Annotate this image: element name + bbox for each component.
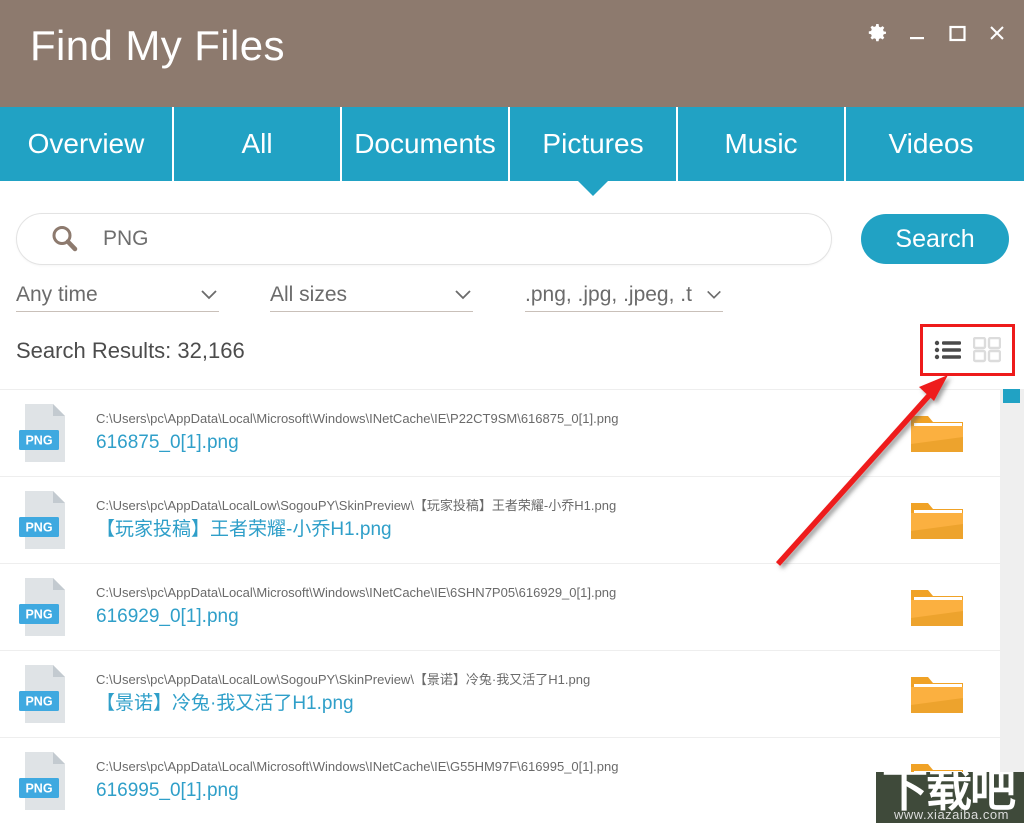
- png-file-icon: PNG: [19, 576, 71, 638]
- results-scrollbar[interactable]: [1000, 389, 1024, 823]
- file-info: C:\Users\pc\AppData\LocalLow\SogouPY\Ski…: [96, 497, 906, 543]
- table-row[interactable]: PNG C:\Users\pc\AppData\Local\Microsoft\…: [0, 563, 1000, 650]
- search-box[interactable]: [16, 213, 832, 265]
- file-name-link[interactable]: 【景诺】冷兔·我又活了H1.png: [96, 690, 906, 717]
- file-path: C:\Users\pc\AppData\LocalLow\SogouPY\Ski…: [96, 672, 591, 687]
- maximize-icon[interactable]: [944, 20, 970, 46]
- search-button[interactable]: Search: [861, 214, 1009, 264]
- open-folder-icon[interactable]: [906, 670, 968, 718]
- open-folder-icon[interactable]: [906, 409, 968, 457]
- app-title: Find My Files: [30, 22, 285, 69]
- file-path: C:\Users\pc\AppData\Local\Microsoft\Wind…: [96, 411, 619, 426]
- table-row[interactable]: PNG C:\Users\pc\AppData\Local\Microsoft\…: [0, 737, 1000, 823]
- file-info: C:\Users\pc\AppData\Local\Microsoft\Wind…: [96, 758, 906, 804]
- time-filter-value: Any time: [16, 282, 98, 306]
- chevron-down-icon: [201, 289, 217, 299]
- png-file-icon: PNG: [19, 489, 71, 551]
- results-list[interactable]: PNG C:\Users\pc\AppData\Local\Microsoft\…: [0, 389, 1000, 823]
- search-icon: [52, 226, 78, 252]
- time-filter-dropdown[interactable]: Any time: [16, 278, 219, 312]
- site-watermark: 下载吧 www.xiazaiba.com: [876, 772, 1024, 823]
- tab-overview[interactable]: Overview: [0, 107, 172, 181]
- png-file-icon: PNG: [19, 750, 71, 812]
- tab-label: Documents: [354, 128, 496, 159]
- scrollbar-thumb[interactable]: [1003, 389, 1020, 403]
- file-name-link[interactable]: 616995_0[1].png: [96, 777, 906, 804]
- extension-filter-dropdown[interactable]: .png, .jpg, .jpeg, .t: [525, 278, 723, 312]
- svg-text:PNG: PNG: [25, 608, 52, 622]
- tab-bar: Overview All Documents Pictures Music Vi…: [0, 107, 1024, 196]
- svg-text:PNG: PNG: [25, 434, 52, 448]
- file-info: C:\Users\pc\AppData\Local\Microsoft\Wind…: [96, 410, 906, 456]
- title-bar: Find My Files: [0, 0, 1024, 107]
- view-toggle-group: [923, 327, 1012, 373]
- svg-text:PNG: PNG: [25, 782, 52, 796]
- tab-documents[interactable]: Documents: [340, 107, 508, 181]
- minimize-icon[interactable]: [904, 20, 930, 46]
- tab-label: Pictures: [542, 128, 644, 159]
- file-path: C:\Users\pc\AppData\Local\Microsoft\Wind…: [96, 585, 617, 600]
- svg-text:PNG: PNG: [25, 521, 52, 535]
- tab-label: All: [241, 128, 273, 159]
- svg-text:PNG: PNG: [25, 695, 52, 709]
- png-file-icon: PNG: [19, 402, 71, 464]
- file-info: C:\Users\pc\AppData\Local\Microsoft\Wind…: [96, 584, 906, 630]
- tab-label: Overview: [27, 128, 145, 159]
- file-name-link[interactable]: 616875_0[1].png: [96, 429, 906, 456]
- watermark-url: www.xiazaiba.com: [894, 807, 1009, 822]
- size-filter-dropdown[interactable]: All sizes: [270, 278, 473, 312]
- table-row[interactable]: PNG C:\Users\pc\AppData\Local\Microsoft\…: [0, 389, 1000, 476]
- table-row[interactable]: PNG C:\Users\pc\AppData\LocalLow\SogouPY…: [0, 650, 1000, 737]
- tab-videos[interactable]: Videos: [844, 107, 1016, 181]
- file-info: C:\Users\pc\AppData\LocalLow\SogouPY\Ski…: [96, 671, 906, 717]
- open-folder-icon[interactable]: [906, 496, 968, 544]
- size-filter-value: All sizes: [270, 282, 348, 306]
- search-row: Search: [0, 181, 1024, 267]
- table-row[interactable]: PNG C:\Users\pc\AppData\LocalLow\SogouPY…: [0, 476, 1000, 563]
- extension-filter-value: .png, .jpg, .jpeg, .t: [525, 282, 692, 306]
- close-icon[interactable]: [984, 20, 1010, 46]
- file-path: C:\Users\pc\AppData\Local\Microsoft\Wind…: [96, 759, 619, 774]
- grid-view-icon[interactable]: [973, 337, 1002, 363]
- tab-music[interactable]: Music: [676, 107, 844, 181]
- search-results-count: Search Results: 32,166: [16, 338, 245, 363]
- png-file-icon: PNG: [19, 663, 71, 725]
- tab-label: Music: [724, 128, 798, 159]
- view-toggle-highlight-box: [920, 324, 1015, 376]
- file-name-link[interactable]: 616929_0[1].png: [96, 603, 906, 630]
- list-view-icon[interactable]: [934, 338, 964, 362]
- window-controls: [864, 20, 1010, 46]
- tab-pictures[interactable]: Pictures: [508, 107, 676, 196]
- settings-gear-icon[interactable]: [864, 20, 890, 46]
- tab-all[interactable]: All: [172, 107, 340, 181]
- chevron-down-icon: [455, 289, 471, 299]
- chevron-down-icon: [707, 290, 721, 299]
- file-name-link[interactable]: 【玩家投稿】王者荣耀-小乔H1.png: [96, 516, 906, 543]
- search-input[interactable]: [103, 227, 831, 251]
- tab-label: Videos: [888, 128, 974, 159]
- open-folder-icon[interactable]: [906, 583, 968, 631]
- file-path: C:\Users\pc\AppData\LocalLow\SogouPY\Ski…: [96, 498, 617, 513]
- app-window: Find My Files Overview All Documents Pic…: [0, 0, 1024, 823]
- filter-row: Any time All sizes .png, .jpg, .jpeg, .t: [0, 278, 1024, 318]
